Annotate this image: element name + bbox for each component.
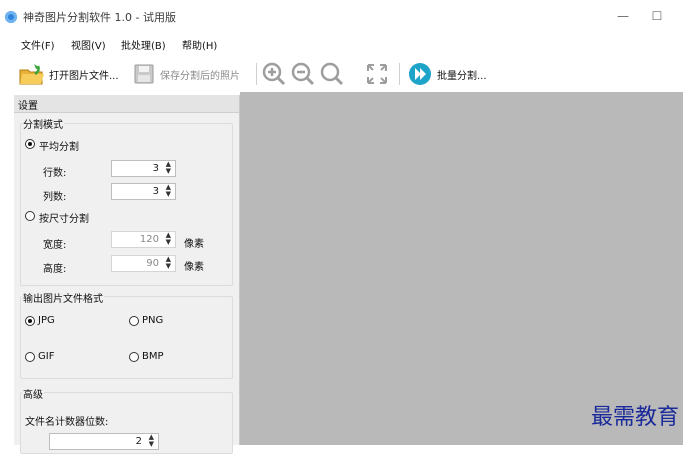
save-split-button[interactable]: 保存分割后的照片 (134, 59, 240, 89)
batch-split-label: 批量分割... (437, 70, 487, 82)
format-png-label: PNG (142, 315, 164, 326)
watermark-text: 最需教育 (590, 405, 679, 430)
fit-to-window-icon[interactable] (366, 63, 388, 85)
menu-view[interactable]: 视图(V) (71, 37, 106, 52)
rows-label: 行数: (43, 168, 67, 179)
rows-spinner[interactable]: 3 ▲ ▼ (111, 160, 176, 177)
menu-batch[interactable]: 批处理(B) (121, 37, 166, 52)
size-split-label: 按尺寸分割 (39, 214, 89, 225)
counter-digits-spinner[interactable]: 2 ▲ ▼ (49, 433, 159, 450)
title-bar: 神奇图片分割软件 1.0 - 试用版 — ☐ (0, 0, 683, 34)
app-icon (5, 11, 17, 23)
menu-bar: 文件(F) 视图(V) 批处理(B) 帮助(H) (0, 34, 683, 54)
window-title: 神奇图片分割软件 1.0 - 试用版 (23, 11, 176, 24)
zoom-out-icon[interactable] (291, 62, 315, 86)
width-spinner[interactable]: 120 ▲ ▼ (111, 231, 176, 248)
image-canvas[interactable] (240, 92, 683, 445)
spinner-arrows-icon[interactable]: ▲ ▼ (166, 256, 171, 270)
counter-digits-label: 文件名计数器位数: (25, 417, 109, 428)
minimize-button[interactable]: — (612, 6, 634, 26)
open-image-button[interactable]: 打开图片文件... (18, 59, 119, 89)
format-png-radio[interactable] (129, 316, 139, 326)
spinner-arrows-icon[interactable]: ▲ ▼ (166, 184, 171, 198)
format-jpg-radio[interactable] (25, 316, 35, 326)
menu-file[interactable]: 文件(F) (21, 37, 55, 52)
menu-help[interactable]: 帮助(H) (182, 37, 217, 52)
format-bmp-radio[interactable] (129, 352, 139, 362)
format-gif-label: GIF (38, 351, 55, 362)
cols-value: 3 (152, 186, 159, 197)
advanced-title: 高级 (22, 386, 44, 401)
width-unit: 像素 (184, 239, 204, 250)
height-unit: 像素 (184, 262, 204, 273)
toolbar-divider-2 (399, 63, 400, 85)
average-split-radio[interactable] (25, 139, 35, 149)
spinner-arrows-icon[interactable]: ▲ ▼ (166, 161, 171, 175)
width-label: 宽度: (43, 240, 67, 251)
toolbar-divider (256, 63, 257, 85)
counter-digits-value: 2 (135, 436, 142, 447)
size-split-radio[interactable] (25, 211, 35, 221)
cols-spinner[interactable]: 3 ▲ ▼ (111, 183, 176, 200)
output-format-group (20, 296, 233, 379)
width-value: 120 (139, 234, 159, 245)
split-mode-title: 分割模式 (22, 116, 64, 131)
open-folder-icon (19, 64, 44, 85)
batch-split-button[interactable]: 批量分割... (408, 59, 487, 89)
save-split-label: 保存分割后的照片 (160, 70, 240, 82)
rows-value: 3 (152, 163, 159, 174)
zoom-actual-icon[interactable] (320, 62, 344, 86)
format-jpg-label: JPG (38, 315, 55, 326)
height-spinner[interactable]: 90 ▲ ▼ (111, 255, 176, 272)
settings-panel: 设置 分割模式 平均分割 行数: 3 ▲ ▼ 列数: 3 ▲ ▼ 按尺寸分割 宽度:… (14, 95, 240, 454)
settings-header: 设置 (14, 95, 239, 113)
zoom-in-icon[interactable] (262, 62, 286, 86)
height-value: 90 (146, 258, 159, 269)
cols-label: 列数: (43, 192, 67, 203)
spinner-arrows-icon[interactable]: ▲ ▼ (149, 434, 154, 448)
open-image-label: 打开图片文件... (49, 70, 119, 82)
height-label: 高度: (43, 264, 67, 275)
format-gif-radio[interactable] (25, 352, 35, 362)
batch-play-icon (409, 63, 431, 85)
save-disk-icon (134, 64, 154, 84)
toolbar: 打开图片文件... 保存分割后的照片 批量分割... (0, 55, 683, 92)
settings-title: 设置 (18, 101, 38, 112)
format-bmp-label: BMP (142, 351, 164, 362)
output-format-title: 输出图片文件格式 (22, 290, 104, 305)
maximize-button[interactable]: ☐ (646, 6, 668, 26)
spinner-arrows-icon[interactable]: ▲ ▼ (166, 232, 171, 246)
average-split-label: 平均分割 (39, 142, 79, 153)
